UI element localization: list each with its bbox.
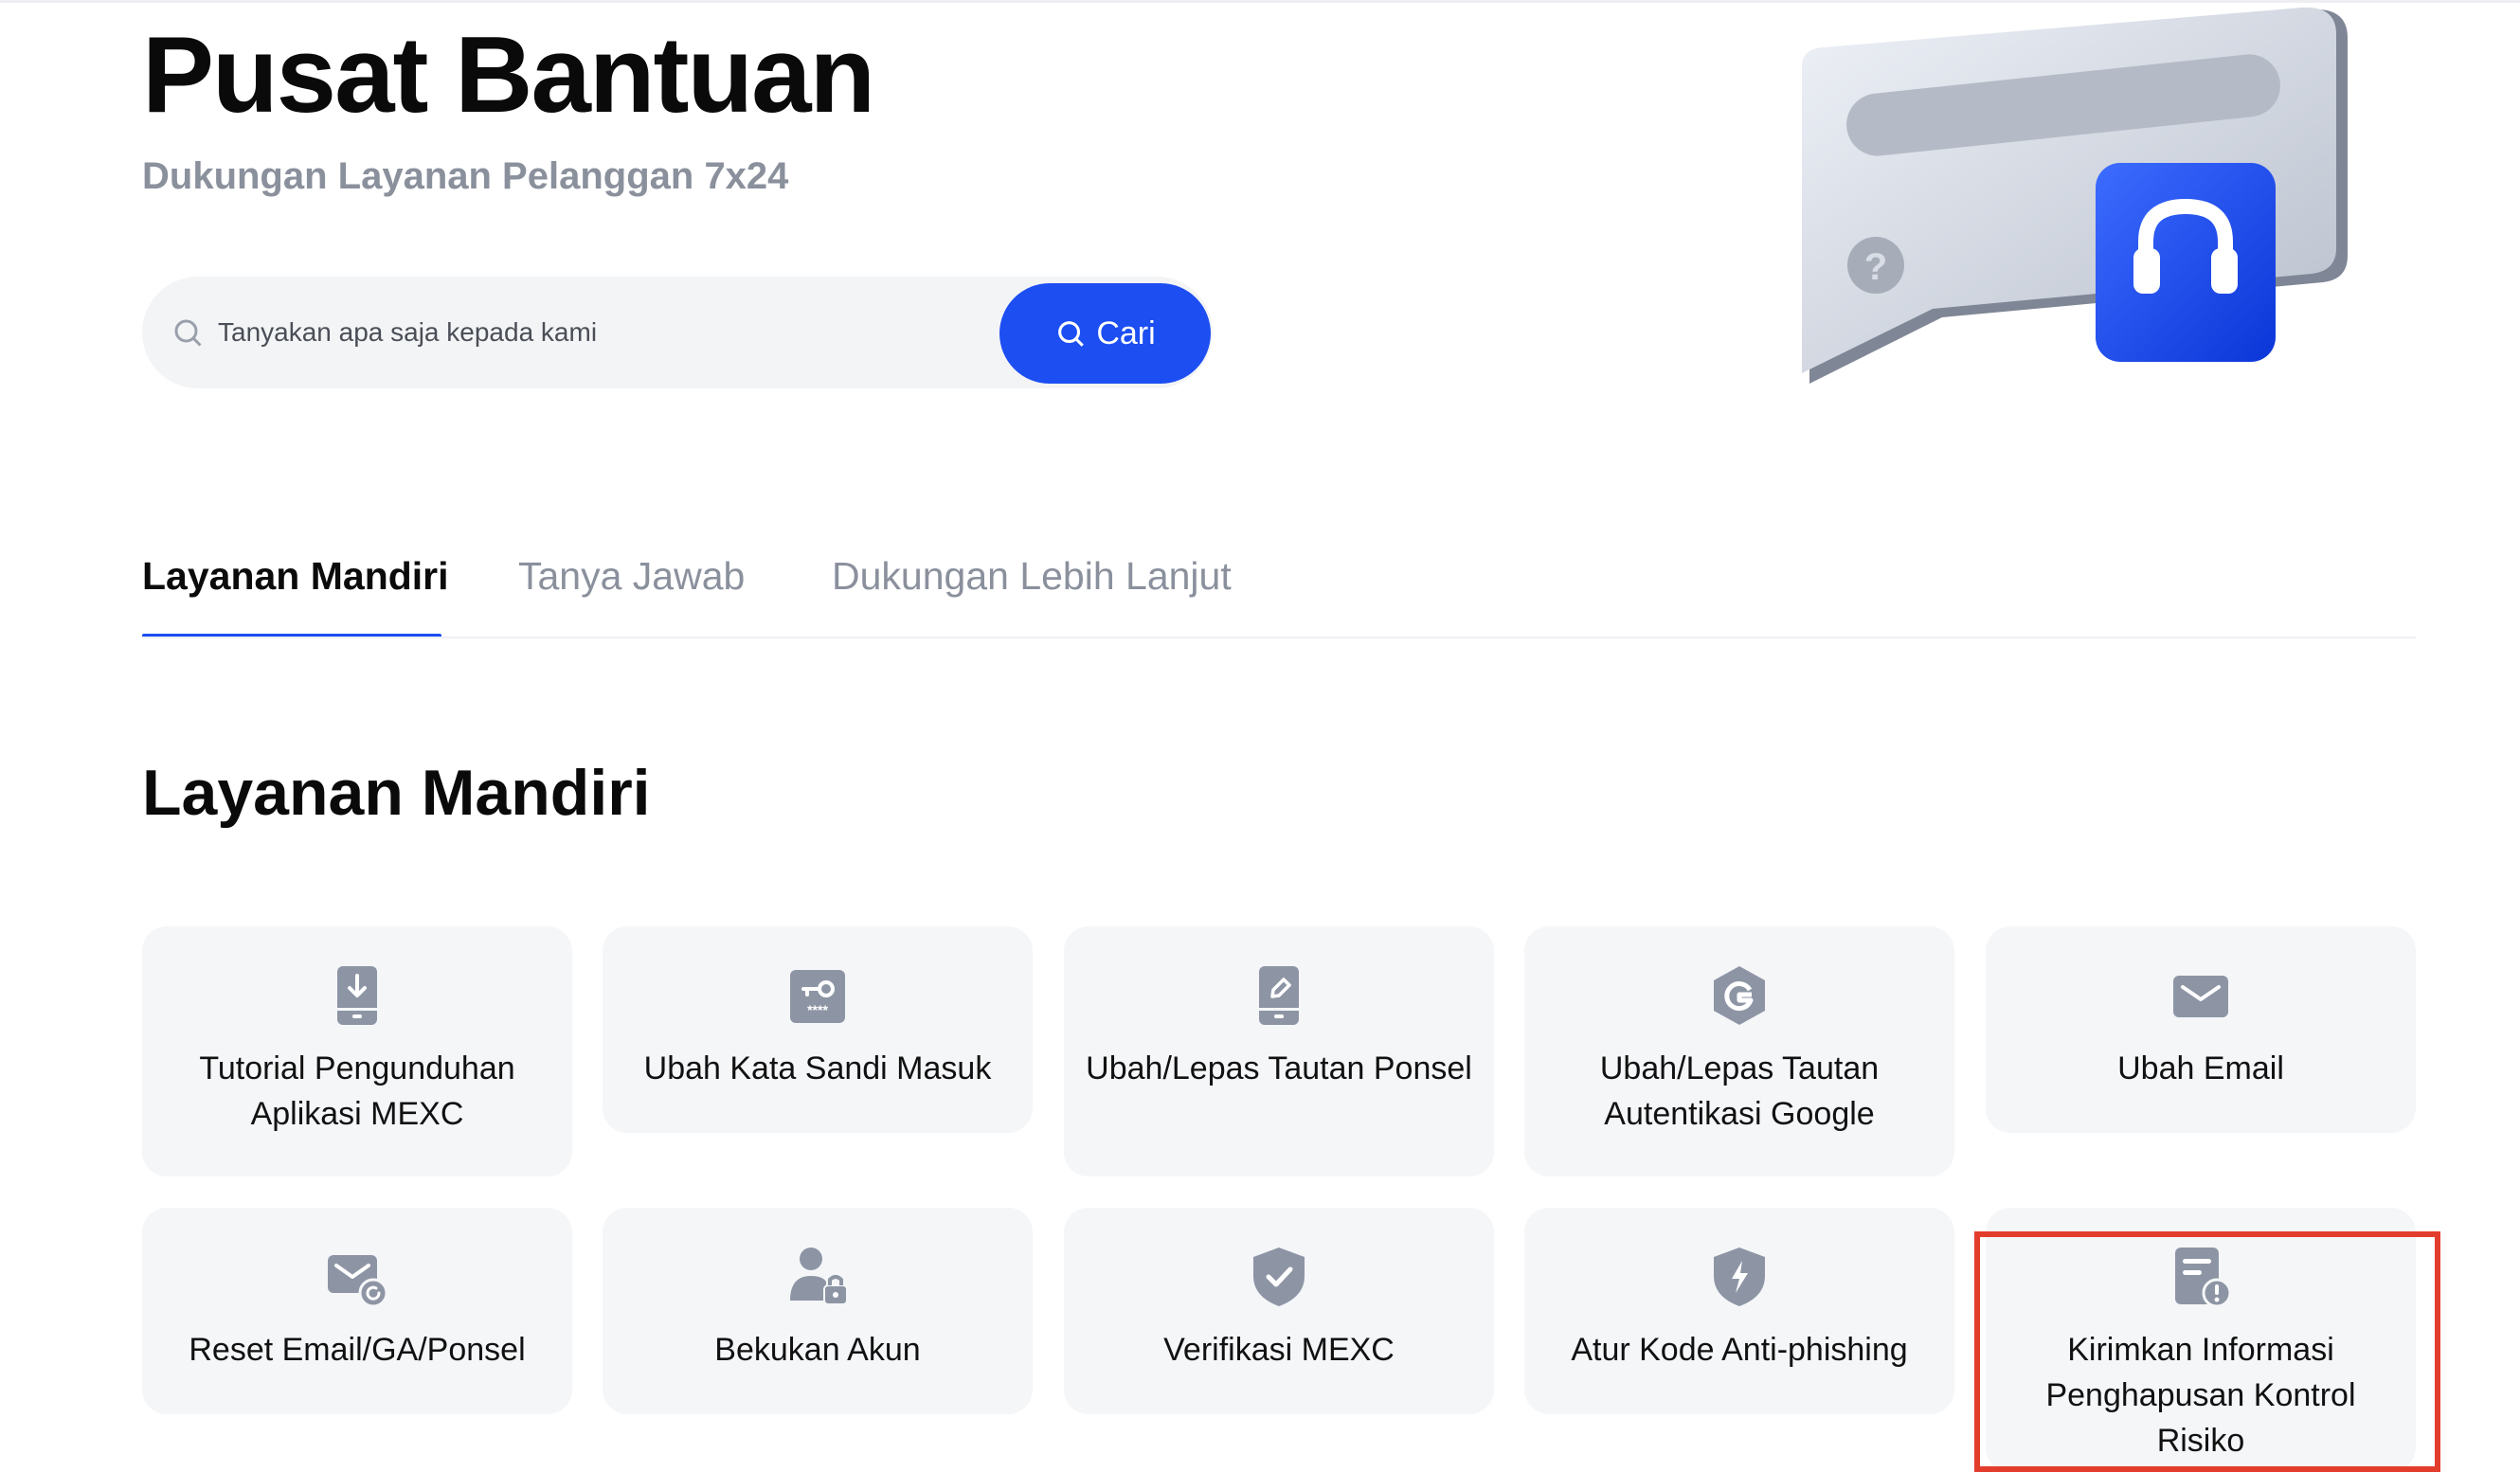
page-title: Pusat Bantuan <box>142 15 875 135</box>
google-auth-icon <box>1706 962 1773 1029</box>
shield-bolt-icon <box>1706 1244 1773 1310</box>
user-lock-icon <box>784 1244 851 1310</box>
search-icon <box>174 319 202 347</box>
tabs-divider <box>142 637 2416 638</box>
svg-text:****: **** <box>807 1002 828 1017</box>
service-card-label: Tutorial Pengunduhan Aplikasi MEXC <box>199 1050 515 1132</box>
section-title: Layanan Mandiri <box>142 757 651 829</box>
email-reset-icon <box>324 1244 390 1310</box>
service-card-change-email[interactable]: Ubah Email <box>1986 926 2416 1133</box>
service-card-label: Ubah/Lepas Tautan Ponsel <box>1086 1050 1472 1086</box>
service-card-reset[interactable]: Reset Email/GA/Ponsel <box>142 1208 572 1414</box>
service-card-label: Ubah Email <box>2117 1050 2284 1086</box>
shield-check-icon <box>1246 1244 1312 1310</box>
service-card-freeze-account[interactable]: Bekukan Akun <box>603 1208 1033 1414</box>
service-card-label: Ubah Kata Sandi Masuk <box>643 1050 992 1086</box>
service-card-verification[interactable]: Verifikasi MEXC <box>1064 1208 1494 1414</box>
service-card-change-password[interactable]: **** Ubah Kata Sandi Masuk <box>603 926 1033 1133</box>
service-card-phone-link[interactable]: Ubah/Lepas Tautan Ponsel <box>1064 926 1494 1176</box>
service-card-anti-phishing[interactable]: Atur Kode Anti-phishing <box>1524 1208 1954 1414</box>
service-card-label: Ubah/Lepas Tautan Autentikasi Google <box>1599 1050 1880 1132</box>
service-card-google-auth[interactable]: Ubah/Lepas Tautan Autentikasi Google <box>1524 926 1954 1176</box>
phone-edit-icon <box>1246 962 1312 1029</box>
service-card-label: Bekukan Akun <box>714 1332 921 1368</box>
tab-tanya-jawab[interactable]: Tanya Jawab <box>518 554 745 599</box>
tab-bar: Layanan Mandiri Tanya Jawab Dukungan Leb… <box>142 554 2416 639</box>
page-subtitle: Dukungan Layanan Pelanggan 7x24 <box>142 155 789 197</box>
tab-layanan-mandiri[interactable]: Layanan Mandiri <box>142 554 449 599</box>
support-chat-illustration: ? <box>1802 7 2348 384</box>
search-input[interactable] <box>218 309 1071 356</box>
service-card-label: Atur Kode Anti-phishing <box>1571 1332 1908 1368</box>
service-card-download-app[interactable]: Tutorial Pengunduhan Aplikasi MEXC <box>142 926 572 1176</box>
download-app-icon <box>324 962 390 1029</box>
search-button-label: Cari <box>1096 314 1156 351</box>
email-icon <box>2168 962 2234 1029</box>
service-card-label: Reset Email/GA/Ponsel <box>189 1332 526 1368</box>
help-center-page: Pusat Bantuan Dukungan Layanan Pelanggan… <box>0 0 2520 1472</box>
search-button-icon <box>1058 321 1085 347</box>
tab-dukungan-lebih-lanjut[interactable]: Dukungan Lebih Lanjut <box>832 554 1232 599</box>
service-card-label: Verifikasi MEXC <box>1163 1332 1395 1368</box>
search-button[interactable]: Cari <box>999 283 1211 384</box>
svg-text:?: ? <box>1864 246 1887 288</box>
password-key-icon: **** <box>784 962 851 1029</box>
highlight-annotation-box <box>1974 1231 2440 1472</box>
